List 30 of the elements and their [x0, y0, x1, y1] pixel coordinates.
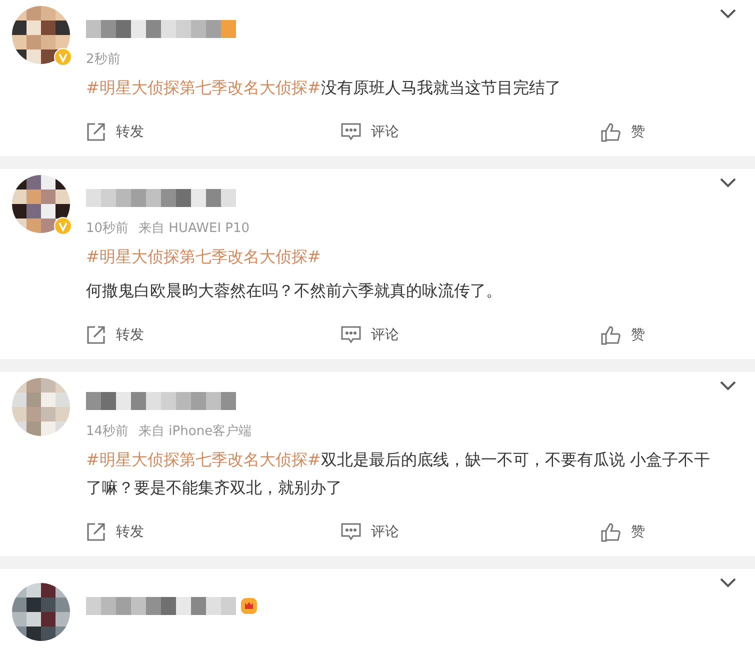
- post-text: #明星大侦探第七季改名大侦探#没有原班人马我就当这节目完结了: [86, 77, 562, 99]
- comment-icon: [341, 123, 361, 141]
- post-time: 10秒前: [86, 220, 129, 237]
- post-time: 2秒前: [86, 51, 120, 68]
- forward-button[interactable]: 转发: [86, 522, 144, 542]
- comment-button[interactable]: 评论: [341, 522, 399, 542]
- chevron-down-icon[interactable]: [719, 577, 737, 589]
- share-icon: [86, 325, 106, 345]
- comment-icon: [341, 326, 361, 344]
- like-button[interactable]: 赞: [601, 122, 645, 142]
- comment-button[interactable]: 评论: [341, 325, 399, 345]
- post-source: 来自 iPhone客户端: [138, 423, 252, 440]
- forward-button[interactable]: 转发: [86, 122, 144, 142]
- post-time: 14秒前: [86, 423, 129, 440]
- share-icon: [86, 522, 106, 542]
- chevron-down-icon[interactable]: [719, 380, 737, 392]
- chevron-down-icon[interactable]: [719, 8, 737, 20]
- like-button[interactable]: 赞: [601, 325, 645, 345]
- comment-button[interactable]: 评论: [341, 122, 399, 142]
- chevron-down-icon[interactable]: [719, 177, 737, 189]
- thumbs-up-icon: [601, 325, 621, 345]
- like-button[interactable]: 赞: [601, 522, 645, 542]
- post-source: 来自 HUAWEI P10: [138, 220, 250, 237]
- thumbs-up-icon: [601, 522, 621, 542]
- post-text: 何撒鬼白欧晨昀大蓉然在吗？不然前六季就真的咏流传了。: [86, 280, 503, 302]
- comment-icon: [341, 523, 361, 541]
- thumbs-up-icon: [601, 122, 621, 142]
- share-icon: [86, 122, 106, 142]
- forward-button[interactable]: 转发: [86, 325, 144, 345]
- post-text: #明星大侦探第七季改名大侦探#双北是最后的底线，缺一不可，不要有瓜说 小盒子不干了嘛？要是不能集齐双北，就别办了: [86, 449, 710, 499]
